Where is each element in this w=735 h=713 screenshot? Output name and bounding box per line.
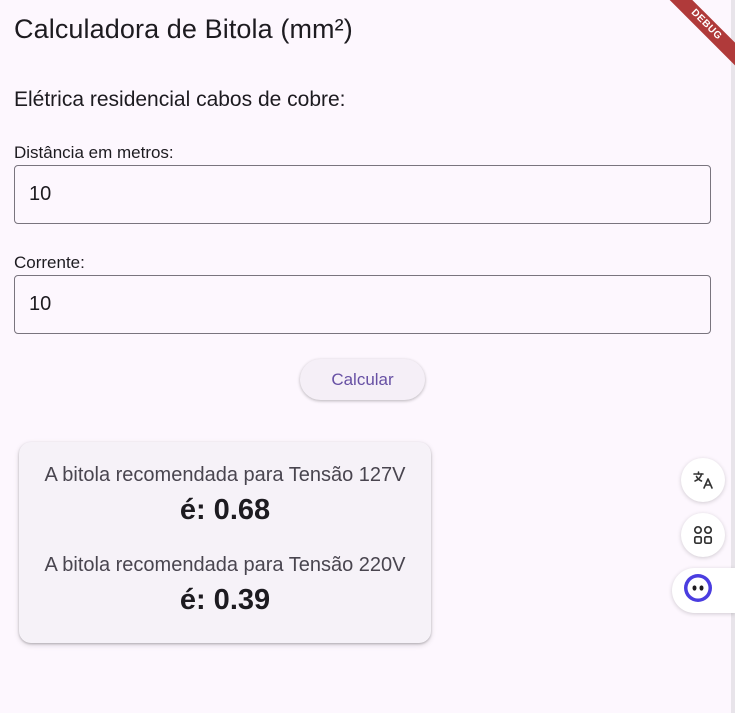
- result-card: A bitola recomendada para Tensão 127V é:…: [19, 442, 431, 643]
- apps-button[interactable]: [681, 513, 725, 557]
- result-value-220v: é: 0.39: [179, 584, 271, 616]
- translate-icon: [691, 468, 715, 492]
- calculate-button[interactable]: Calcular: [300, 359, 425, 400]
- result-value-127v: é: 0.68: [179, 494, 271, 526]
- current-input[interactable]: [14, 275, 711, 334]
- form-subtitle: Elétrica residencial cabos de cobre:: [14, 88, 346, 111]
- debug-label: DEBUG: [661, 0, 735, 70]
- translate-button[interactable]: [681, 458, 725, 502]
- assistant-icon: [682, 572, 714, 609]
- result-label-220v: A bitola recomendada para Tensão 220V: [44, 554, 406, 576]
- app-title: Calculadora de Bitola (mm²): [14, 14, 353, 44]
- distance-input[interactable]: [14, 165, 711, 224]
- distance-label: Distância em metros:: [14, 143, 174, 162]
- apps-icon: [691, 523, 715, 547]
- assistant-button[interactable]: [672, 568, 735, 613]
- result-label-127v: A bitola recomendada para Tensão 127V: [44, 464, 406, 486]
- current-label: Corrente:: [14, 253, 85, 272]
- debug-banner: DEBUG: [655, 0, 735, 80]
